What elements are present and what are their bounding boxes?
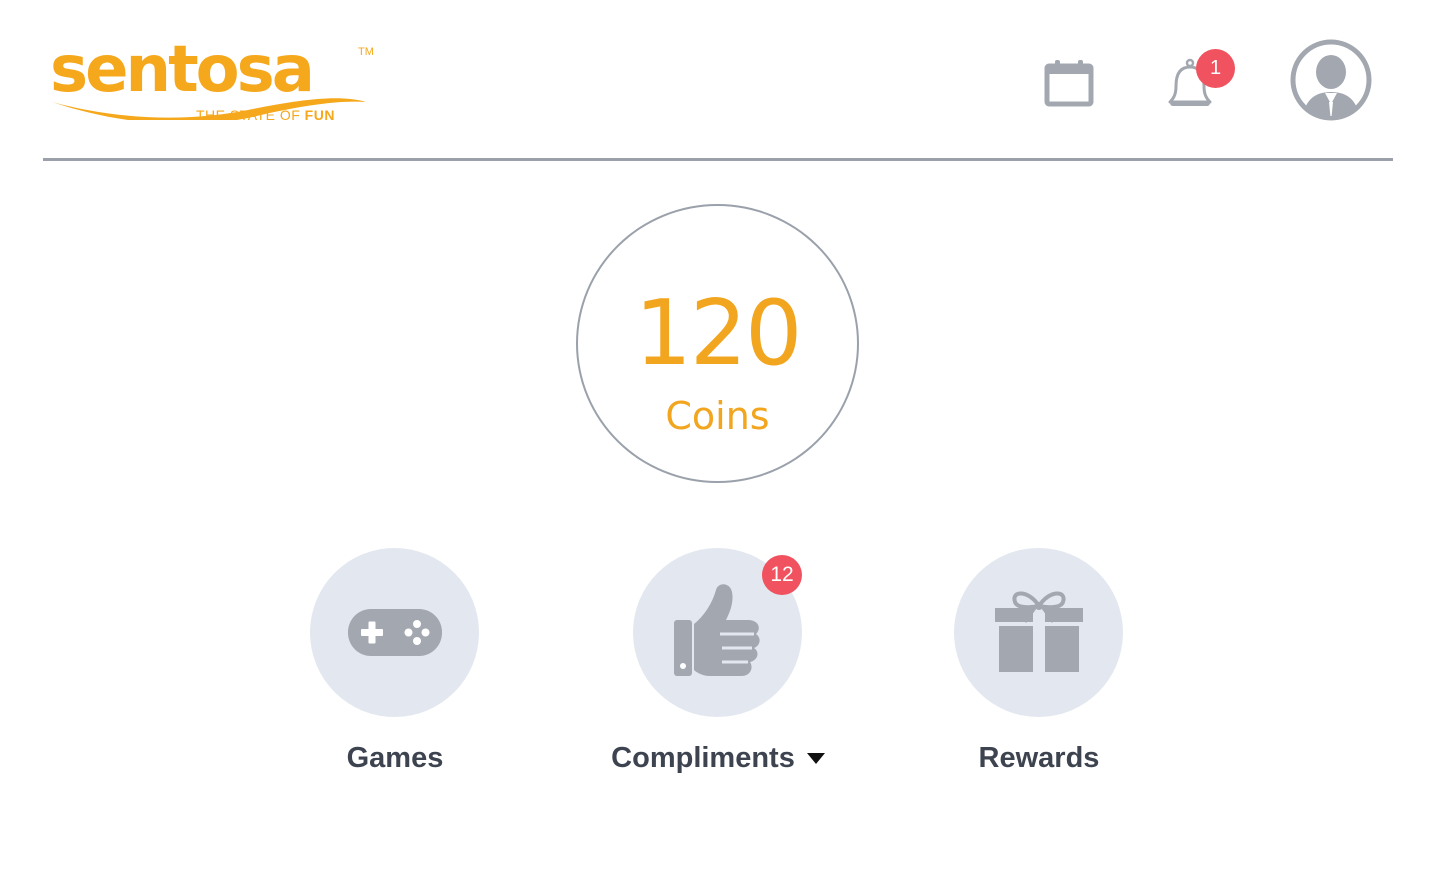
logo-tagline-emphasis: FUN xyxy=(304,107,335,123)
logo-trademark: TM xyxy=(358,46,374,58)
compliments-label-row: Compliments xyxy=(588,742,848,775)
sentosa-logo[interactable]: sentosa TM THE STATE OF FUN xyxy=(48,30,388,130)
coin-balance: 120 Coins xyxy=(576,204,859,483)
user-avatar-icon xyxy=(1290,39,1372,121)
gift-icon xyxy=(995,591,1083,672)
games-label: Games xyxy=(346,742,444,774)
compliments-count-badge: 12 xyxy=(762,555,802,595)
chevron-down-icon[interactable] xyxy=(806,752,825,764)
calendar-icon xyxy=(1044,60,1094,107)
logo-tagline-prefix: THE STATE OF xyxy=(196,107,301,123)
profile-button[interactable] xyxy=(1289,38,1373,122)
thumbs-up-icon xyxy=(674,584,760,676)
rewards-button[interactable]: Rewards xyxy=(909,548,1169,788)
gamepad-icon xyxy=(348,609,442,656)
compliments-label: Compliments xyxy=(611,742,795,774)
rewards-label: Rewards xyxy=(978,742,1100,774)
compliments-button[interactable]: Compliments xyxy=(588,548,848,788)
header-divider xyxy=(43,158,1393,161)
app-page: sentosa TM THE STATE OF FUN 1 120 Coins … xyxy=(0,0,1442,883)
coin-balance-value: 120 xyxy=(634,281,803,386)
logo-tagline: THE STATE OF FUN xyxy=(196,107,335,123)
notification-count-badge: 1 xyxy=(1196,49,1235,88)
calendar-button[interactable] xyxy=(1044,58,1094,108)
games-button[interactable]: Games xyxy=(265,548,525,788)
coin-balance-label: Coins xyxy=(665,394,770,438)
